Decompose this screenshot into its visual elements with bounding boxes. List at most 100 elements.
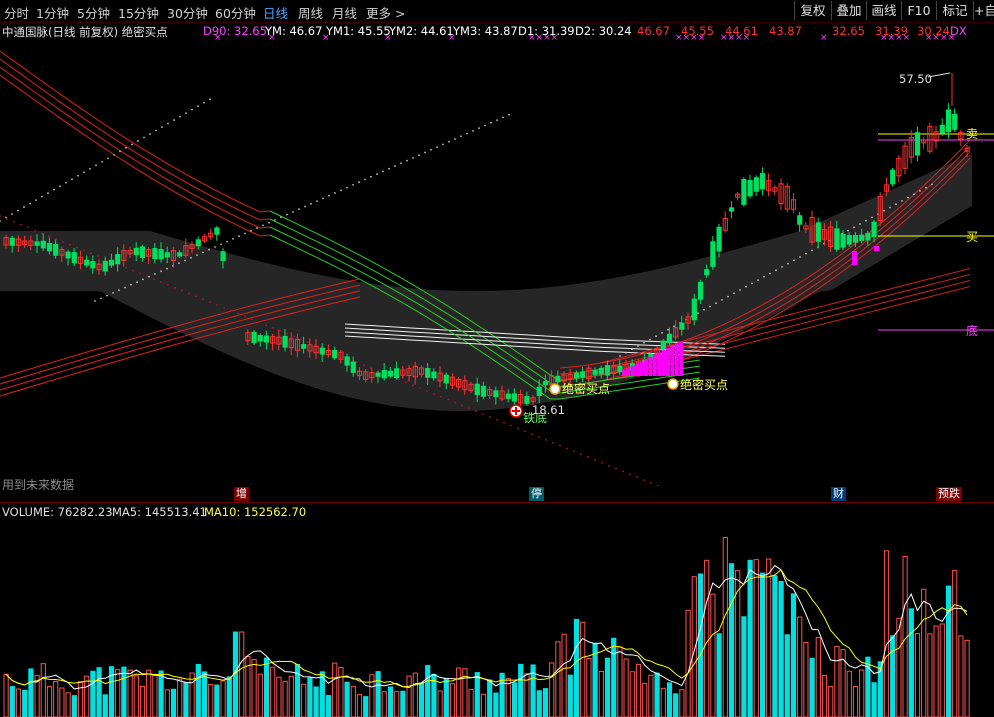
dotted-line-dot [478,127,480,130]
volume-bar [40,663,46,717]
candle-body [852,234,859,243]
period-tab-30min[interactable]: 30分钟 [167,3,208,22]
period-tab-5min[interactable]: 5分钟 [77,3,110,22]
volume-bar [3,673,9,717]
candle-body [139,246,146,258]
period-tab-more[interactable]: 更多 > [366,3,405,22]
volume-bar [821,674,828,717]
volume-bar [629,671,635,717]
period-tab-daily[interactable]: 日线 [263,3,288,22]
dotted-line-dot [251,318,253,321]
event-tag-forecast-drop[interactable]: 预跌 [936,487,962,501]
event-tag-suspend[interactable]: 停 [529,487,544,501]
volume-bar [158,670,164,717]
dotted-line-dot [188,292,190,295]
period-tab-intraday[interactable]: 分时 [4,3,29,22]
dotted-line-dot [244,232,246,235]
candle-body [177,252,183,257]
event-tag-finance[interactable]: 财 [831,487,846,501]
volume-bar [164,689,170,717]
dotted-line-dot [727,295,729,298]
dotted-line-dot [587,456,589,458]
volume-bar [307,677,313,717]
event-tag-increase[interactable]: 增 [234,487,249,501]
volume-bar [505,678,511,717]
dotted-line-dot [48,235,50,237]
dotted-line-dot [667,328,669,331]
candle-body [344,356,350,366]
dotted-line-dot [490,121,492,124]
dotted-line-dot [29,202,31,205]
candle-body [34,241,40,246]
candle-body [195,239,201,247]
buy-point-marker-2 [667,378,679,390]
period-tab-60min[interactable]: 60分钟 [215,3,256,22]
volume-chart[interactable] [0,520,994,717]
dotted-line-dot [27,226,29,229]
dotted-line-dot [358,181,360,184]
dotted-line-dot [510,424,512,427]
volume-bar [580,621,586,717]
candle-body [102,260,108,272]
dotted-line-dot [631,348,633,351]
declining-curve-red [0,66,271,229]
candle-body [152,248,158,260]
dotted-line-dot [454,138,456,140]
period-tab-15min[interactable]: 15分钟 [118,3,159,22]
dotted-line-dot [394,165,396,167]
dotted-line-dot [272,327,274,329]
period-tab-monthly[interactable]: 月线 [332,3,357,22]
candle-body [728,207,735,212]
candle-body [375,372,381,377]
candle-body [797,215,803,225]
volume-bar [766,558,772,717]
dotted-line-dot [167,122,169,125]
period-tab-weekly[interactable]: 周线 [298,3,323,22]
candle-body [257,335,263,342]
signal-mark-row: × × × × × ×××× ×××× ×××× × ×××× ×××× [0,33,994,46]
dotted-line-dot [137,140,139,142]
dotted-line-dot [160,270,162,273]
dotted-line-dot [0,220,1,222]
volume-bar [952,570,958,717]
overlay-button[interactable]: 叠加 [831,1,866,20]
magenta-signal-bar [644,359,648,376]
price-chart[interactable]: 57.50 18.61 绝密买点 绝密买点 铁底 卖 买 底 [0,46,994,486]
candle-body [387,370,394,377]
dotted-line-dot [300,338,302,341]
dotted-line-dot [113,153,115,156]
dotted-line-dot [853,226,855,229]
period-tab-1min[interactable]: 1分钟 [36,3,69,22]
dotted-line-dot [59,185,61,188]
dotted-line-dot [440,395,442,398]
volume-bar [375,671,381,717]
dotted-line-dot [62,240,64,243]
volume-bar [654,672,660,717]
dotted-line-dot [733,292,735,295]
dotted-line-dot [174,286,176,289]
draw-line-button[interactable]: 画线 [866,1,901,20]
f10-button[interactable]: F10 [901,1,936,20]
dotted-line-dot [629,473,631,476]
volume-bar [418,682,425,717]
candle-body [524,396,530,404]
adjust-button[interactable]: 复权 [794,1,831,20]
dotted-line-dot [83,171,85,174]
dotted-line-dot [637,345,639,347]
volume-bar [685,609,691,717]
custom-add-button[interactable]: +自 [973,1,994,20]
mark-button[interactable]: 标记 [936,1,973,20]
dotted-line-dot [195,295,197,298]
chevron-right-icon: > [395,6,406,21]
dotted-line-dot [197,105,199,108]
candle-body [332,350,338,359]
dotted-line-dot [13,220,15,223]
dotted-line-dot [661,332,663,334]
dotted-line-dot [322,197,324,200]
magenta-signal-bar [626,367,631,376]
cross-mark: × [268,33,276,43]
dotted-line-dot [280,216,282,219]
dotted-line-dot [279,329,281,332]
volume-bar [480,693,487,717]
dotted-line-dot [125,266,127,269]
